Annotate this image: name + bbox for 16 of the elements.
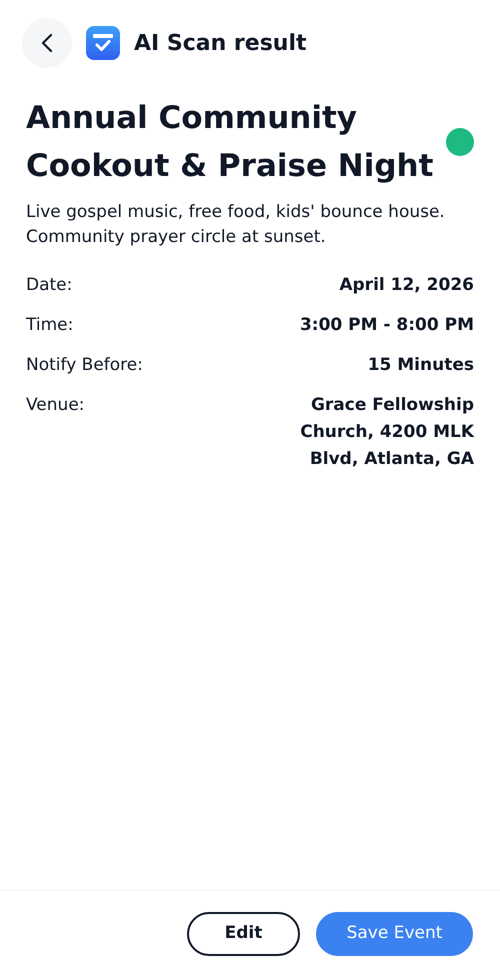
- edit-button[interactable]: Edit: [187, 912, 300, 956]
- detail-label: Time:: [26, 314, 74, 337]
- detail-value: 3:00 PM - 8:00 PM: [298, 314, 474, 337]
- save-button[interactable]: Save Event: [316, 912, 473, 956]
- detail-value: 15 Minutes: [366, 354, 474, 377]
- screen-title: AI Scan result: [134, 30, 307, 58]
- detail-label: Venue:: [26, 394, 85, 417]
- back-button[interactable]: [22, 18, 72, 68]
- detail-label: Date:: [26, 274, 72, 297]
- calendar-check-icon: [86, 26, 120, 60]
- detail-value: April 12, 2026: [338, 274, 474, 297]
- event-description: Live gospel music, free food, kids' bounce house. Community prayer circle at sunset.: [26, 201, 446, 249]
- detail-label: Notify Before:: [26, 354, 143, 377]
- detail-value: Grace Fellowship Church, 4200 MLK Blvd, Atlanta, GA: [299, 394, 474, 471]
- back-icon: [41, 33, 53, 53]
- event-title: Annual Community Cookout & Praise Night: [26, 99, 434, 186]
